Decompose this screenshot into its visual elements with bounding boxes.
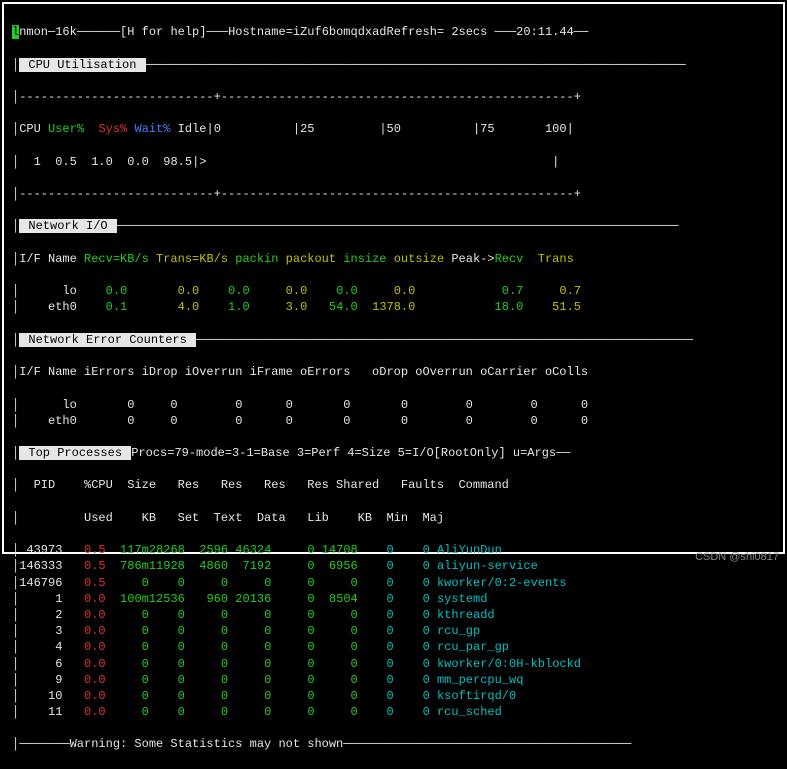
process-row: │ 1 0.0 100m12536 960 20136 0 8504 0 0 s…	[12, 591, 775, 607]
net-col-ptrans: Trans	[538, 252, 574, 266]
net-col-if: I/F Name	[19, 252, 77, 266]
neterr-headers: │I/F Name iErrors iDrop iOverrun iFrame …	[12, 364, 775, 380]
net-col-precv: Recv	[495, 252, 524, 266]
cpu-row-1: │ 1 0.5 1.0 0.0 98.5|> |	[12, 154, 775, 170]
cpu-user-val: 0.5	[41, 155, 77, 169]
refresh-value: 2secs	[444, 25, 494, 39]
terminal-window: lnmon─16k──────[H for help]───Hostname=i…	[2, 2, 785, 554]
process-row: │146333 0.5 786m11928 4860 7192 0 6956 0…	[12, 558, 775, 574]
help-hint[interactable]: [H for help]	[120, 25, 206, 39]
net-section-header: │ Network I/O ──────────────────────────…	[12, 218, 775, 234]
net-row: │ eth0 0.1 4.0 1.0 3.0 54.0 1378.0 18.0 …	[12, 299, 775, 315]
cpu-idle-val: 98.5	[149, 155, 192, 169]
neterr-section-header: │ Network Error Counters ───────────────…	[12, 332, 775, 348]
process-row: │ 4 0.0 0 0 0 0 0 0 0 0 rcu_par_gp	[12, 639, 775, 655]
cpu-wait-val: 0.0	[113, 155, 149, 169]
net-col-insize: insize	[343, 252, 386, 266]
process-row: │146796 0.5 0 0 0 0 0 0 0 0 kworker/0:2-…	[12, 575, 775, 591]
refresh-label: Refresh=	[387, 25, 445, 39]
neterr-title: Network Error Counters	[19, 333, 196, 347]
top-headers2: │ Used KB Set Text Data Lib KB Min Maj	[12, 510, 775, 526]
cpu-id: 1	[19, 155, 41, 169]
cpu-col-user: User%	[48, 122, 84, 136]
top-title: Top Processes	[19, 446, 131, 460]
net-col-recv: Recv=KB/s	[84, 252, 149, 266]
cpu-divider2: │---------------------------+-----------…	[12, 186, 775, 202]
neterr-row: │ eth0 0 0 0 0 0 0 0 0 0	[12, 413, 775, 429]
watermark: CSDN @shi0817	[695, 551, 779, 563]
neterr-row: │ lo 0 0 0 0 0 0 0 0 0	[12, 397, 775, 413]
cpu-col-idle: Idle	[170, 122, 206, 136]
cpu-title: CPU Utilisation	[19, 58, 145, 72]
process-row: │ 10 0.0 0 0 0 0 0 0 0 0 ksoftirqd/0	[12, 688, 775, 704]
top-subtitle: Procs=79-mode=3-1=Base 3=Perf 4=Size 5=I…	[131, 446, 556, 460]
net-col-packout: packout	[286, 252, 336, 266]
cpu-scale-100: 100	[545, 122, 567, 136]
net-col-trans: Trans=KB/s	[156, 252, 228, 266]
net-col-outsize: outsize	[394, 252, 444, 266]
net-row: │ lo 0.0 0.0 0.0 0.0 0.0 0.0 0.7 0.7	[12, 283, 775, 299]
header-line: lnmon─16k──────[H for help]───Hostname=i…	[12, 24, 775, 40]
clock: 20:11.44	[516, 25, 574, 39]
process-row: │ 9 0.0 0 0 0 0 0 0 0 0 mm_percpu_wq	[12, 672, 775, 688]
cpu-headers: │CPU User% Sys% Wait% Idle|0 |25 |50 |75…	[12, 121, 775, 137]
hostname-label: Hostname=	[228, 25, 293, 39]
cpu-col-cpu: CPU	[19, 122, 41, 136]
process-row: │ 6 0.0 0 0 0 0 0 0 0 0 kworker/0:0H-kbl…	[12, 656, 775, 672]
cpu-scale-75: 75	[480, 122, 494, 136]
cpu-scale-50: 50	[387, 122, 401, 136]
process-row: │ 2 0.0 0 0 0 0 0 0 0 0 kthreadd	[12, 607, 775, 623]
top-headers1: │ PID %CPU Size Res Res Res Res Shared F…	[12, 477, 775, 493]
top-cols1: PID %CPU Size Res Res Res Res Shared Fau…	[19, 478, 509, 492]
neterr-cols: I/F Name iErrors iDrop iOverrun iFrame o…	[19, 365, 588, 379]
cpu-divider: │---------------------------+-----------…	[12, 89, 775, 105]
process-row: │ 3 0.0 0 0 0 0 0 0 0 0 rcu_gp	[12, 623, 775, 639]
top-section-header: │ Top Processes Procs=79-mode=3-1=Base 3…	[12, 445, 775, 461]
process-row: │ 43973 0.5 117m28268 2596 46324 0 14708…	[12, 542, 775, 558]
cpu-scale-0: 0	[214, 122, 221, 136]
top-cols2: Used KB Set Text Data Lib KB Min Maj	[19, 511, 444, 525]
net-title: Network I/O	[19, 219, 117, 233]
program-name: nmon	[19, 25, 48, 39]
warning-line: │───────Warning: Some Statistics may not…	[12, 736, 775, 752]
net-headers: │I/F Name Recv=KB/s Trans=KB/s packin pa…	[12, 251, 775, 267]
hostname-value: iZuf6bomqdxad	[293, 25, 387, 39]
cpu-sys-val: 1.0	[77, 155, 113, 169]
process-row: │ 11 0.0 0 0 0 0 0 0 0 0 rcu_sched	[12, 704, 775, 720]
warning-text: Warning: Some Statistics may not shown	[70, 737, 344, 751]
cpu-col-sys: Sys%	[98, 122, 127, 136]
net-col-peak: Peak->	[451, 252, 494, 266]
version: 16k	[55, 25, 77, 39]
cpu-section-header: │ CPU Utilisation ──────────────────────…	[12, 57, 775, 73]
cpu-col-wait: Wait%	[134, 122, 170, 136]
net-col-packin: packin	[235, 252, 278, 266]
cpu-scale-25: 25	[300, 122, 314, 136]
